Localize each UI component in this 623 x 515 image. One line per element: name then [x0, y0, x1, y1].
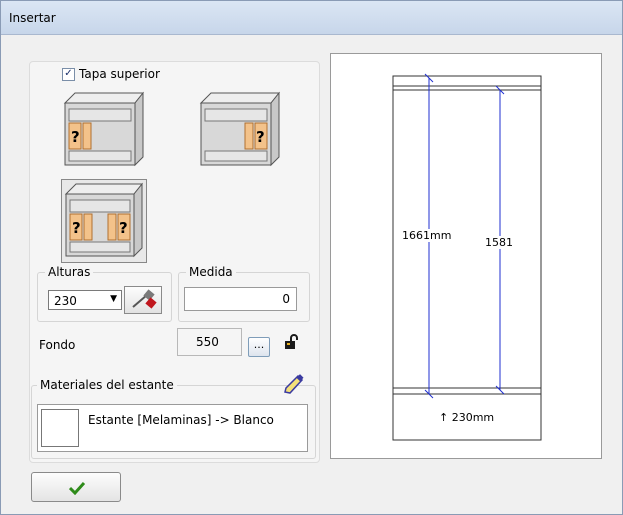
svg-text:?: ?	[119, 219, 128, 237]
fondo-value: 550	[196, 335, 219, 349]
medida-value: 0	[282, 292, 290, 306]
title-bar: Insertar	[1, 1, 622, 35]
shelf-option-right[interactable]: ?	[197, 89, 282, 169]
fondo-field: 550	[177, 328, 242, 356]
checkmark-icon	[69, 481, 85, 495]
medida-input[interactable]: 0	[184, 287, 297, 311]
cabinet-left-icon: ?	[63, 91, 145, 167]
fondo-label: Fondo	[39, 338, 76, 352]
tapa-superior-label: Tapa superior	[79, 67, 160, 81]
unlocked-padlock-icon[interactable]	[284, 334, 300, 350]
svg-text:?: ?	[256, 128, 265, 146]
materiales-legend: Materiales del estante	[37, 378, 177, 392]
dim-left-label: 1661mm	[402, 229, 452, 242]
ok-button[interactable]	[31, 472, 121, 502]
checkbox-box[interactable]: ✓	[62, 67, 75, 81]
insert-dialog: Insertar ✓ Tapa superior ? ? ? ? Alturas…	[0, 0, 623, 515]
fondo-browse-label: ...	[253, 338, 265, 351]
svg-text:?: ?	[71, 128, 80, 146]
eyedropper-button[interactable]	[124, 286, 162, 314]
material-swatch	[41, 409, 79, 447]
chevron-down-icon: ▼	[110, 294, 117, 304]
medida-legend: Medida	[186, 265, 236, 279]
cabinet-preview-drawing	[392, 73, 542, 441]
alturas-value: 230	[54, 294, 77, 308]
preview-canvas: 1661mm 1581 ↑ 230mm	[330, 53, 602, 459]
eyedropper-icon	[132, 289, 157, 309]
svg-text:?: ?	[72, 219, 81, 237]
material-name: Estante [Melaminas] -> Blanco	[88, 413, 274, 427]
dim-right-label: 1581	[485, 236, 513, 249]
fondo-browse-button[interactable]: ...	[248, 337, 270, 357]
tapa-superior-checkbox[interactable]: ✓ Tapa superior	[62, 67, 160, 81]
shelf-option-left[interactable]: ?	[61, 89, 146, 169]
material-item[interactable]: Estante [Melaminas] -> Blanco	[37, 404, 308, 452]
paint-tube-icon[interactable]	[282, 373, 306, 395]
shelf-option-both[interactable]: ? ?	[61, 179, 147, 263]
cabinet-both-icon: ? ?	[64, 182, 144, 258]
alturas-select[interactable]: 230 ▼	[48, 290, 122, 310]
dim-bottom-label: ↑ 230mm	[439, 411, 495, 424]
alturas-legend: Alturas	[45, 265, 94, 279]
window-title: Insertar	[9, 11, 56, 25]
cabinet-right-icon: ?	[199, 91, 281, 167]
